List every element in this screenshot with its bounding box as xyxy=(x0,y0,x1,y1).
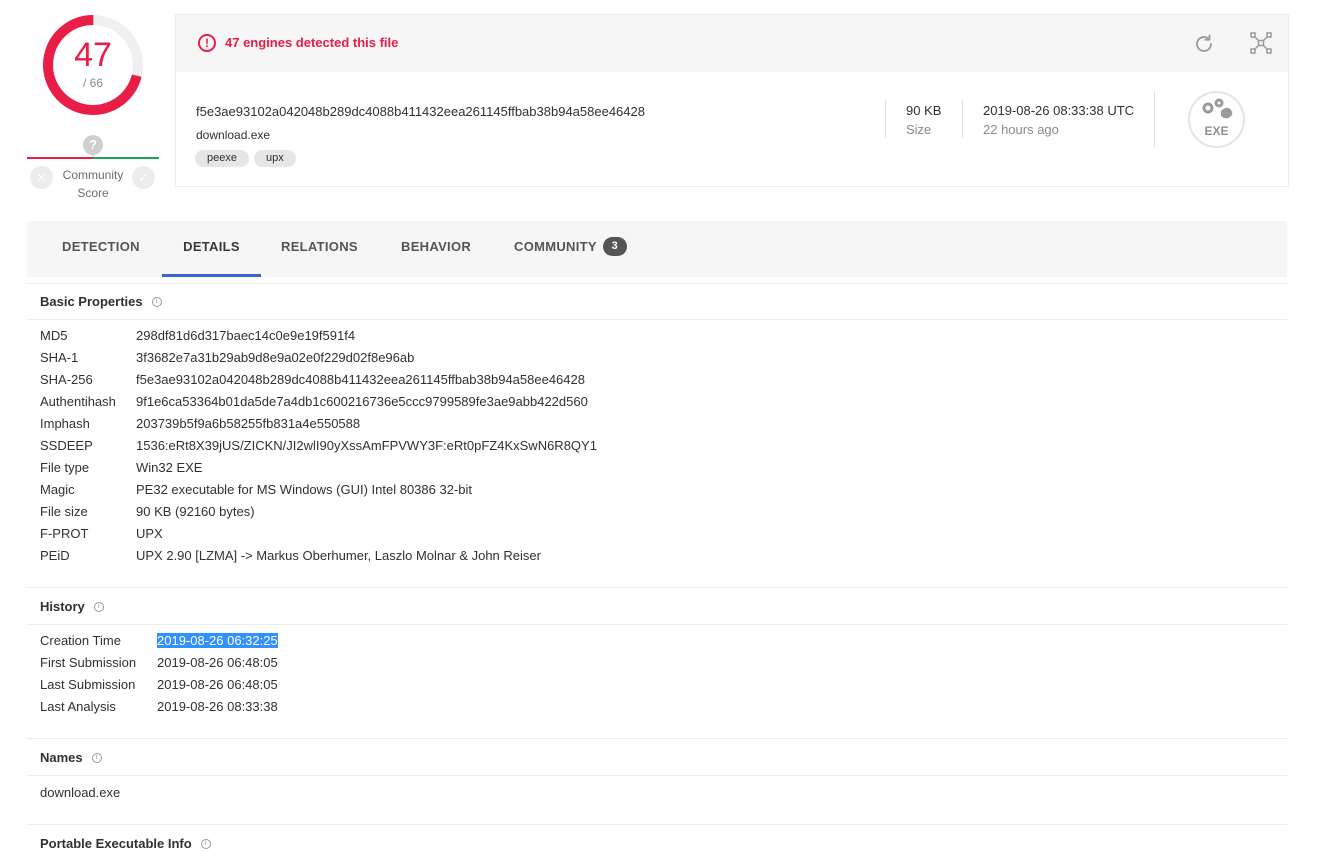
section-divider xyxy=(27,319,1287,320)
property-value[interactable]: 3f3682e7a31b29ab9d8e9a02e0f229d02f8e96ab xyxy=(136,350,414,365)
property-value[interactable]: 90 KB (92160 bytes) xyxy=(136,504,255,519)
property-key: F-PROT xyxy=(40,526,89,541)
file-size-value: 90 KB xyxy=(906,103,942,118)
section-divider xyxy=(27,775,1287,776)
property-key: MD5 xyxy=(40,328,68,343)
property-key: Imphash xyxy=(40,416,90,431)
community-count-badge: 3 xyxy=(602,237,627,257)
community-score-label: Community Score xyxy=(62,168,124,200)
property-value[interactable]: f5e3ae93102a042048b289dc4088b411432eea26… xyxy=(136,372,585,387)
property-key: SSDEEP xyxy=(40,438,93,453)
section-divider xyxy=(27,283,1287,284)
community-score: ? ✕ Community Score ✓ xyxy=(27,134,159,204)
property-value[interactable]: 298df81d6d317baec14c0e9e19f591f4 xyxy=(136,328,355,343)
divider xyxy=(1154,91,1155,147)
gears-icon xyxy=(1202,98,1233,119)
tag-peexe[interactable]: peexe xyxy=(195,150,249,167)
names-title: Names i xyxy=(40,750,102,765)
property-value[interactable]: 203739b5f9a6b58255fb831a4e550588 xyxy=(136,416,360,431)
engines-total: / 66 xyxy=(82,76,103,90)
analysis-date-relative: 22 hours ago xyxy=(983,122,1059,137)
info-icon[interactable]: i xyxy=(200,838,211,849)
property-value[interactable]: 2019-08-26 08:33:38 xyxy=(157,699,278,714)
property-key: First Submission xyxy=(40,655,137,670)
community-bar-harmless xyxy=(93,157,159,159)
tab-behavior[interactable]: BEHAVIOR xyxy=(401,221,471,277)
file-type-badge: EXE xyxy=(1188,91,1245,148)
property-value[interactable]: Win32 EXE xyxy=(136,460,202,475)
vote-harmless-button[interactable]: ✓ xyxy=(132,166,155,189)
tab-details[interactable]: DETAILS xyxy=(162,221,261,277)
property-key: File type xyxy=(40,460,90,475)
file-sha256[interactable]: f5e3ae93102a042048b289dc4088b411432eea26… xyxy=(196,104,645,119)
reanalyze-icon[interactable] xyxy=(1192,32,1216,56)
divider xyxy=(962,100,963,138)
tab-relations[interactable]: RELATIONS xyxy=(281,221,358,277)
tab-detection[interactable]: DETECTION xyxy=(62,221,140,277)
property-key: Last Analysis xyxy=(40,699,116,714)
graph-icon[interactable] xyxy=(1250,32,1272,54)
property-value[interactable]: PE32 executable for MS Windows (GUI) Int… xyxy=(136,482,472,497)
file-type-label: EXE xyxy=(1204,124,1229,138)
property-key: Magic xyxy=(40,482,75,497)
analysis-date-value: 2019-08-26 08:33:38 UTC xyxy=(983,103,1135,118)
detections-count: 47 xyxy=(74,36,112,74)
info-icon[interactable]: i xyxy=(91,752,102,763)
property-key: SHA-256 xyxy=(40,372,93,387)
file-name: download.exe xyxy=(196,128,271,142)
report-tabs: DETECTION DETAILS RELATIONS BEHAVIOR COM… xyxy=(27,221,1287,277)
property-key: Creation Time xyxy=(40,633,121,648)
unknown-score-icon: ? xyxy=(83,135,103,157)
file-size-label: Size xyxy=(906,122,932,137)
file-tags: peexe upx xyxy=(195,150,296,167)
divider xyxy=(885,100,886,138)
info-icon[interactable]: i xyxy=(93,601,104,612)
section-divider xyxy=(27,587,1287,588)
file-summary-card: ! 47 engines detected this file f5e3ae93… xyxy=(175,14,1289,187)
property-key: PEiD xyxy=(40,548,70,563)
property-value[interactable]: UPX 2.90 [LZMA] -> Markus Oberhumer, Las… xyxy=(136,548,541,563)
property-key: Authentihash xyxy=(40,394,116,409)
section-divider xyxy=(27,738,1287,739)
detection-alert-bar: ! 47 engines detected this file xyxy=(176,15,1288,72)
property-key: File size xyxy=(40,504,88,519)
tab-community[interactable]: COMMUNITY 3 xyxy=(514,221,627,277)
alert-icon: ! xyxy=(198,34,216,52)
property-key: SHA-1 xyxy=(40,350,79,365)
property-value[interactable]: 2019-08-26 06:48:05 xyxy=(157,677,278,692)
section-divider xyxy=(27,624,1287,625)
tag-upx[interactable]: upx xyxy=(253,150,296,167)
info-icon[interactable]: i xyxy=(151,296,162,307)
section-divider xyxy=(27,824,1287,825)
detection-score-gauge: 47 / 66 xyxy=(42,14,144,116)
property-value[interactable]: 1536:eRt8X39jUS/ZICKN/JI2wlI90yXssAmFPVW… xyxy=(136,438,597,453)
property-value[interactable]: UPX xyxy=(136,526,163,541)
pe-info-title: Portable Executable Info i xyxy=(40,836,211,851)
basic-properties-title: Basic Properties i xyxy=(40,294,162,309)
property-value[interactable]: 2019-08-26 06:48:05 xyxy=(157,655,278,670)
property-value[interactable]: 9f1e6ca53364b01da5de7a4db1c600216736e5cc… xyxy=(136,394,588,409)
community-bar-malicious xyxy=(27,157,93,159)
property-value[interactable]: 2019-08-26 06:32:25 xyxy=(157,633,278,648)
detection-alert-text: 47 engines detected this file xyxy=(225,35,399,50)
property-key: Last Submission xyxy=(40,677,136,692)
vote-malicious-button[interactable]: ✕ xyxy=(30,166,53,189)
history-title: History i xyxy=(40,599,104,614)
